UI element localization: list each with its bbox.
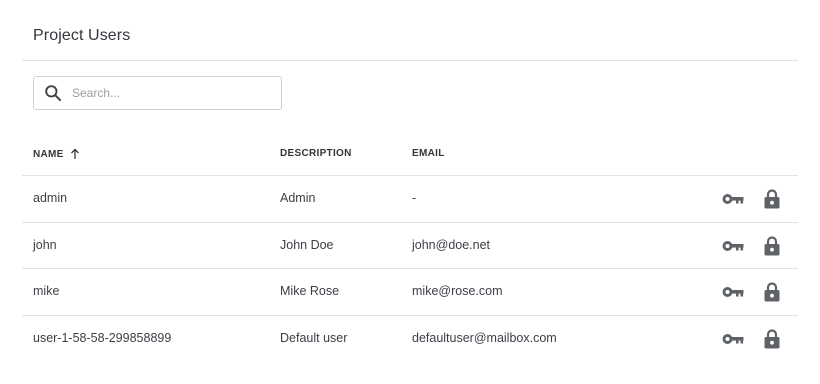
- cell-description: John Doe: [280, 237, 334, 252]
- lock-icon[interactable]: [761, 188, 783, 210]
- table-body: admin Admin - john John Doe john@doe.net…: [22, 176, 798, 362]
- search-icon: [34, 77, 72, 109]
- column-header-description[interactable]: DESCRIPTION: [280, 148, 352, 159]
- key-icon[interactable]: [722, 328, 744, 350]
- table-row: mike Mike Rose mike@rose.com: [22, 269, 798, 316]
- table-header: NAME DESCRIPTION EMAIL: [22, 130, 798, 176]
- page-title: Project Users: [33, 27, 131, 44]
- table-row: admin Admin -: [22, 176, 798, 223]
- cell-email: john@doe.net: [412, 237, 491, 252]
- cell-name: john: [33, 237, 57, 252]
- cell-description: Default user: [280, 330, 348, 345]
- table-row: user-1-58-58-299858899 Default user defa…: [22, 316, 798, 363]
- cell-name: mike: [33, 284, 60, 298]
- cell-name: admin: [33, 191, 68, 205]
- search-box[interactable]: [33, 76, 282, 110]
- key-icon[interactable]: [722, 281, 744, 303]
- lock-icon[interactable]: [761, 235, 783, 257]
- key-icon[interactable]: [722, 235, 744, 257]
- lock-icon[interactable]: [761, 281, 783, 303]
- title-divider: [22, 60, 798, 61]
- project-users-panel: Project Users NAME DESCRIPTION EMA: [0, 0, 820, 384]
- key-icon[interactable]: [722, 188, 744, 210]
- cell-email: mike@rose.com: [412, 284, 503, 298]
- search-input[interactable]: [72, 79, 272, 107]
- column-header-email[interactable]: EMAIL: [412, 148, 445, 159]
- lock-icon[interactable]: [761, 328, 783, 350]
- cell-name: user-1-58-58-299858899: [33, 330, 172, 345]
- cell-description: Admin: [280, 191, 316, 205]
- arrow-up-icon: [70, 148, 80, 160]
- cell-email: -: [412, 191, 417, 205]
- users-table: NAME DESCRIPTION EMAIL admin Admin - joh…: [22, 130, 798, 362]
- column-header-name[interactable]: NAME: [33, 148, 80, 160]
- cell-description: Mike Rose: [280, 284, 340, 298]
- cell-email: defaultuser@mailbox.com: [412, 330, 557, 345]
- column-header-name-label: NAME: [33, 148, 64, 160]
- table-row: john John Doe john@doe.net: [22, 223, 798, 269]
